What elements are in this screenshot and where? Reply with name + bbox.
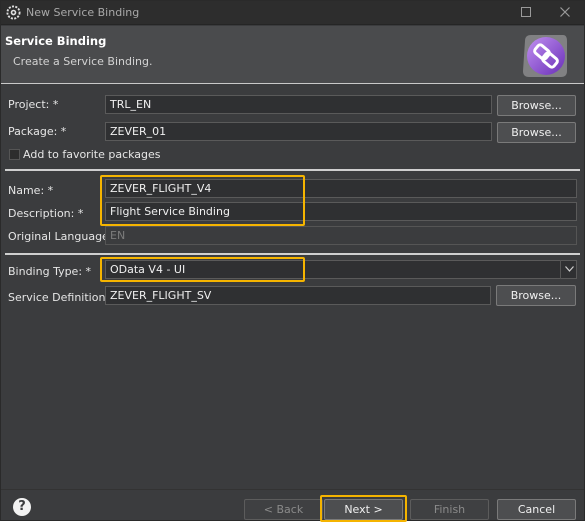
separator <box>5 169 580 171</box>
description-label: Description: * <box>8 207 84 220</box>
title-bar: New Service Binding <box>1 1 584 25</box>
favorite-packages-label: Add to favorite packages <box>23 148 161 161</box>
package-input[interactable]: ZEVER_01 <box>105 122 492 141</box>
separator <box>5 253 580 255</box>
help-icon[interactable]: ? <box>13 498 31 516</box>
project-label: Project: * <box>8 98 59 111</box>
service-binding-wizard-icon <box>523 35 567 77</box>
finish-button[interactable]: Finish <box>410 499 489 520</box>
service-definition-label: Service Definition: * <box>8 291 119 304</box>
name-input[interactable]: ZEVER_FLIGHT_V4 <box>105 179 577 198</box>
service-definition-browse-button[interactable]: Browse... <box>496 285 576 306</box>
project-browse-label: Browse... <box>511 99 562 112</box>
next-button[interactable]: Next > <box>324 499 403 520</box>
binding-type-select[interactable]: OData V4 - UI <box>105 260 577 279</box>
package-label: Package: * <box>8 125 67 138</box>
maximize-icon <box>521 7 531 17</box>
name-label: Name: * <box>8 184 54 197</box>
page-description: Create a Service Binding. <box>13 55 153 68</box>
favorite-packages-checkbox[interactable] <box>9 149 20 160</box>
cancel-button[interactable]: Cancel <box>497 499 576 520</box>
original-language-label: Original Language: <box>8 230 113 243</box>
wizard-header: Service Binding Create a Service Binding… <box>1 26 584 84</box>
close-icon <box>560 7 570 17</box>
package-browse-button[interactable]: Browse... <box>497 122 576 143</box>
page-title: Service Binding <box>5 34 107 48</box>
window-title: New Service Binding <box>26 6 140 19</box>
project-input[interactable]: TRL_EN <box>105 95 492 114</box>
description-input[interactable]: Flight Service Binding <box>105 202 577 221</box>
eclipse-gear-icon <box>6 5 21 20</box>
package-browse-label: Browse... <box>511 126 562 139</box>
service-definition-browse-label: Browse... <box>510 289 562 302</box>
chevron-down-icon <box>564 266 574 272</box>
next-button-label: Next > <box>344 503 383 516</box>
back-button[interactable]: < Back <box>244 499 323 520</box>
original-language-input: EN <box>105 226 577 245</box>
binding-type-dropdown-button[interactable] <box>560 260 577 279</box>
service-definition-input[interactable]: ZEVER_FLIGHT_SV <box>105 286 491 305</box>
close-button[interactable] <box>556 4 574 21</box>
project-browse-button[interactable]: Browse... <box>497 95 576 116</box>
maximize-button[interactable] <box>517 4 535 21</box>
dialog-window: New Service Binding Service Binding Crea… <box>0 0 585 522</box>
binding-type-label: Binding Type: * <box>8 265 92 278</box>
